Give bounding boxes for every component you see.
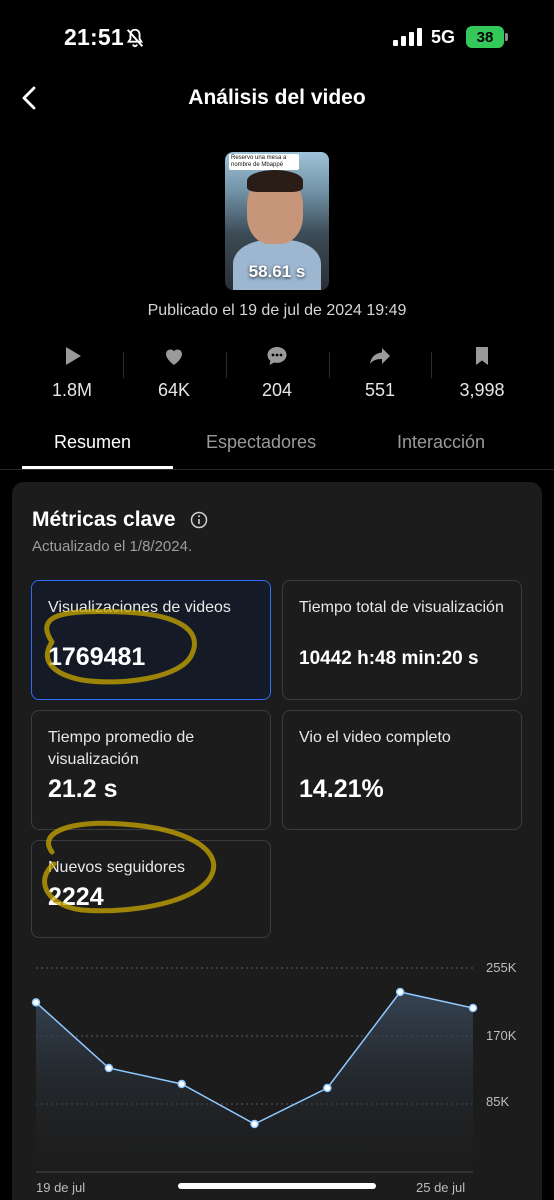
bell-muted-icon <box>126 28 144 48</box>
metric-label: Nuevos seguidores <box>48 859 185 876</box>
x-tick-label: 19 de jul <box>36 1180 86 1195</box>
status-bar: 21:51 5G 38 <box>0 0 554 76</box>
stat-shares: 551 <box>330 340 430 410</box>
metric-label: Visualizaciones de videos <box>48 599 231 616</box>
metric-card-completion[interactable]: Vio el video completo 14.21% <box>282 710 522 830</box>
stat-value: 551 <box>364 380 396 400</box>
chart-point[interactable] <box>31 998 41 1007</box>
metrics-chart: 255K 170K 85K 19 de jul 25 de jul <box>12 942 542 1200</box>
thumbnail-hair <box>247 170 303 192</box>
battery-tip <box>505 33 508 41</box>
network-label: 5G <box>431 27 456 47</box>
y-tick-label: 255K <box>486 960 517 975</box>
tab-bar: Resumen Espectadores Interacción <box>0 428 554 470</box>
chart-point[interactable] <box>177 1079 186 1089</box>
chart-point[interactable] <box>323 1083 332 1093</box>
chart-point[interactable] <box>104 1063 114 1073</box>
stat-saves: 3,998 <box>432 340 532 410</box>
heart-icon <box>166 349 182 365</box>
stat-views: 1.8M <box>22 340 122 410</box>
published-date: Publicado el 19 de jul de 2024 19:49 <box>147 302 407 319</box>
metrics-title: Métricas clave <box>32 508 176 531</box>
status-time: 21:51 <box>64 24 124 50</box>
y-tick-label: 170K <box>486 1028 517 1043</box>
metric-value: 14.21% <box>299 775 384 803</box>
stat-value: 64K <box>157 380 191 400</box>
battery-level: 38 <box>476 28 494 46</box>
tab-interaccion[interactable]: Interacción <box>397 432 485 453</box>
tab-espectadores[interactable]: Espectadores <box>206 432 316 453</box>
bookmark-icon <box>476 347 488 365</box>
metric-value: 21.2 s <box>48 775 118 803</box>
metric-card-avg-watch-time[interactable]: Tiempo promedio de visualización 21.2 s <box>31 710 271 830</box>
chart-point[interactable] <box>250 1119 259 1129</box>
stats-row: 1.8M 64K 204 551 3,998 <box>0 340 554 410</box>
tab-resumen[interactable]: Resumen <box>54 432 131 453</box>
signal-icon <box>393 28 422 46</box>
metric-card-total-watch-time[interactable]: Tiempo total de visualización 10442 h:48… <box>282 580 522 700</box>
y-tick-label: 85K <box>486 1094 510 1109</box>
comment-icon <box>267 347 287 365</box>
battery-icon: 38 <box>466 26 504 48</box>
play-icon <box>66 347 81 365</box>
chart-area <box>36 992 473 1172</box>
chart-point[interactable] <box>468 1003 478 1013</box>
page-title: Análisis del video <box>188 86 366 109</box>
metric-card-new-followers[interactable]: Nuevos seguidores 2224 <box>31 840 271 938</box>
metric-card-views[interactable]: Visualizaciones de videos 1769481 <box>31 580 271 700</box>
metric-value: 10442 h:48 min:20 s <box>299 648 479 669</box>
video-thumbnail[interactable]: Reservo una mesa a nombre de Mbappé 58.6… <box>225 152 329 290</box>
metrics-updated: Actualizado el 1/8/2024. <box>32 538 193 555</box>
stat-likes: 64K <box>124 340 224 410</box>
stat-value: 3,998 <box>459 380 505 400</box>
metric-label: Tiempo promedio de visualización <box>48 729 195 768</box>
x-tick-label: 25 de jul <box>416 1180 466 1195</box>
stat-value: 1.8M <box>51 380 93 400</box>
metric-value: 2224 <box>48 883 104 911</box>
stat-comments: 204 <box>227 340 327 410</box>
metric-label: Vio el video completo <box>299 729 451 746</box>
thumbnail-caption: Reservo una mesa a nombre de Mbappé <box>229 154 299 170</box>
chart-svg <box>31 967 478 1173</box>
chart-point[interactable] <box>395 987 405 997</box>
metric-label: Tiempo total de visualización <box>299 599 504 616</box>
stat-value: 204 <box>261 380 293 400</box>
metric-value: 1769481 <box>48 643 146 671</box>
info-icon[interactable] <box>190 511 208 529</box>
home-indicator <box>178 1183 376 1189</box>
active-tab-indicator <box>22 466 173 469</box>
metrics-panel: Métricas clave Actualizado el 1/8/2024. … <box>12 482 542 1200</box>
share-icon <box>370 348 390 364</box>
video-duration: 58.61 s <box>248 262 306 281</box>
